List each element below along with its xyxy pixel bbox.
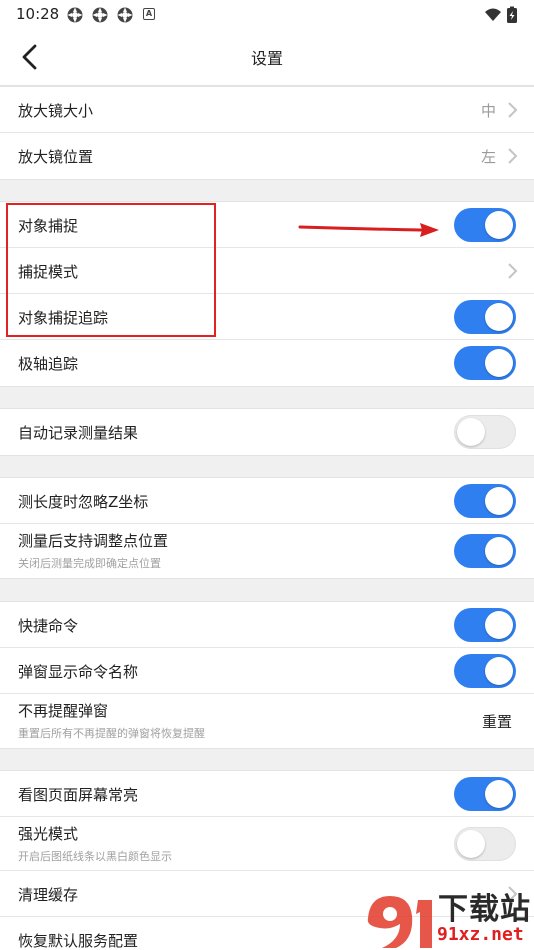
toggle-knob (485, 657, 513, 685)
restore-default-service-label: 恢复默认服务配置 (18, 932, 139, 950)
command-group: 快捷命令 弹窗显示命令名称 不再提醒弹窗 重置后所有不再提醒的弹窗将恢复提醒 重… (0, 601, 534, 749)
app-notification-icon (67, 7, 83, 23)
screen-always-on-toggle[interactable] (454, 777, 516, 811)
toggle-knob (457, 418, 485, 446)
chevron-right-icon (508, 148, 518, 164)
ignore-z-label: 测长度时忽略Z坐标 (18, 493, 149, 511)
toggle-knob (457, 830, 485, 858)
toggle-knob (485, 487, 513, 515)
adjust-point-label: 测量后支持调整点位置 (18, 532, 169, 550)
toggle-knob (485, 211, 513, 239)
ignore-z-toggle[interactable] (454, 484, 516, 518)
snap-mode-row[interactable]: 捕捉模式 (0, 248, 534, 294)
app-notification-icon (92, 7, 108, 23)
toggle-knob (485, 537, 513, 565)
strong-light-mode-toggle[interactable] (454, 827, 516, 861)
toggle-knob (485, 349, 513, 377)
polar-tracking-row: 极轴追踪 (0, 340, 534, 386)
strong-light-mode-row: 强光模式 开启后图纸线条以黑白颜色显示 (0, 817, 534, 871)
auto-record-toggle[interactable] (454, 415, 516, 449)
app-notification-icon (117, 7, 133, 23)
object-snap-row: 对象捕捉 (0, 202, 534, 248)
status-bar: 10:28 A (0, 0, 534, 30)
magnifier-size-label: 放大镜大小 (18, 102, 94, 120)
snap-mode-label: 捕捉模式 (18, 263, 79, 281)
object-snap-label: 对象捕捉 (18, 217, 79, 235)
polar-tracking-toggle[interactable] (454, 346, 516, 380)
auto-record-row: 自动记录测量结果 (0, 409, 534, 455)
popup-command-name-label: 弹窗显示命令名称 (18, 663, 139, 681)
no-remind-popup-subtitle: 重置后所有不再提醒的弹窗将恢复提醒 (18, 727, 205, 740)
snap-group: 对象捕捉 捕捉模式 对象捕捉追踪 极轴追踪 (0, 201, 534, 387)
app-header: 设置 (0, 30, 534, 86)
toggle-knob (485, 303, 513, 331)
quick-command-row: 快捷命令 (0, 602, 534, 648)
screen-always-on-row: 看图页面屏幕常亮 (0, 771, 534, 817)
watermark-site-url: 91xz.net (437, 924, 524, 945)
page-title: 设置 (250, 49, 283, 68)
popup-command-name-toggle[interactable] (454, 654, 516, 688)
strong-light-mode-subtitle: 开启后图纸线条以黑白颜色显示 (18, 850, 172, 863)
object-snap-tracking-toggle[interactable] (454, 300, 516, 334)
magnifier-size-value: 中 (480, 102, 496, 120)
status-time: 10:28 (16, 5, 60, 23)
wifi-icon (485, 8, 501, 21)
no-remind-popup-row: 不再提醒弹窗 重置后所有不再提醒的弹窗将恢复提醒 重置 (0, 694, 534, 748)
battery-charging-icon (507, 6, 517, 23)
clear-cache-label: 清理缓存 (18, 886, 79, 904)
adjust-point-toggle[interactable] (454, 534, 516, 568)
adjust-point-subtitle: 关闭后测量完成即确定点位置 (18, 557, 161, 570)
object-snap-tracking-label: 对象捕捉追踪 (18, 309, 109, 327)
popup-command-name-row: 弹窗显示命令名称 (0, 648, 534, 694)
object-snap-tracking-row: 对象捕捉追踪 (0, 294, 534, 340)
screen-always-on-label: 看图页面屏幕常亮 (18, 786, 139, 804)
magnifier-position-row[interactable]: 放大镜位置 左 (0, 133, 534, 179)
quick-command-toggle[interactable] (454, 608, 516, 642)
reset-button[interactable]: 重置 (482, 711, 512, 732)
magnifier-group: 放大镜大小 中 放大镜位置 左 (0, 86, 534, 180)
polar-tracking-label: 极轴追踪 (18, 355, 79, 373)
measure-group: 测长度时忽略Z坐标 测量后支持调整点位置 关闭后测量完成即确定点位置 (0, 477, 534, 579)
no-remind-popup-label: 不再提醒弹窗 (18, 702, 109, 720)
chevron-right-icon (508, 263, 518, 279)
magnifier-position-label: 放大镜位置 (18, 148, 94, 166)
strong-light-mode-label: 强光模式 (18, 825, 79, 843)
watermark-site-name: 下载站 (438, 892, 531, 927)
auto-record-group: 自动记录测量结果 (0, 408, 534, 456)
quick-command-label: 快捷命令 (18, 617, 79, 635)
magnifier-position-value: 左 (480, 148, 496, 166)
chevron-right-icon (508, 102, 518, 118)
auto-record-label: 自动记录测量结果 (18, 424, 139, 442)
ignore-z-row: 测长度时忽略Z坐标 (0, 478, 534, 524)
adjust-point-row: 测量后支持调整点位置 关闭后测量完成即确定点位置 (0, 524, 534, 578)
object-snap-toggle[interactable] (454, 208, 516, 242)
notification-box-icon: A (143, 8, 155, 20)
toggle-knob (485, 611, 513, 639)
magnifier-size-row[interactable]: 放大镜大小 中 (0, 87, 534, 133)
toggle-knob (485, 780, 513, 808)
